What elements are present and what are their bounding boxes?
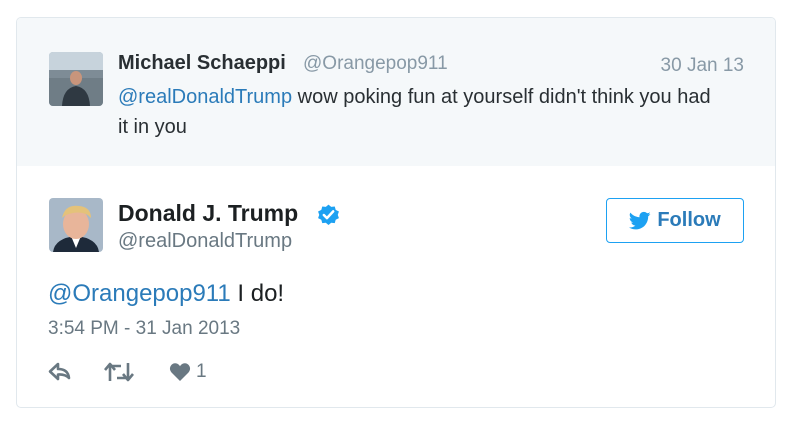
tweet-card: Michael Schaeppi @Orangepop911 30 Jan 13… [16,17,776,408]
heart-icon [169,363,191,381]
retweet-button[interactable] [104,360,134,384]
follow-button[interactable]: Follow [606,198,744,243]
verified-badge-icon [316,202,341,227]
twitter-bird-icon [629,211,651,229]
author-name[interactable]: Donald J. Trump [118,200,298,227]
author-handle[interactable]: @realDonaldTrump [118,230,292,253]
parent-date[interactable]: 30 Jan 13 [661,55,744,77]
parent-tweet[interactable]: Michael Schaeppi @Orangepop911 30 Jan 13… [17,18,775,166]
like-count: 1 [196,361,207,382]
tweet-text-body: I do! [230,280,285,307]
retweet-icon [104,362,134,382]
reply-button[interactable] [48,360,73,384]
parent-author-name[interactable]: Michael Schaeppi [118,52,286,75]
parent-avatar[interactable] [49,52,103,106]
like-button[interactable]: 1 [169,360,207,384]
reply-icon [48,362,71,381]
author-avatar[interactable] [49,198,103,252]
mention-link[interactable]: @Orangepop911 [48,280,231,307]
parent-mention-link[interactable]: @realDonaldTrump [118,86,292,108]
follow-label: Follow [657,209,721,231]
parent-tweet-text: @realDonaldTrump wow poking fun at yours… [118,82,718,142]
tweet-timestamp[interactable]: 3:54 PM - 31 Jan 2013 [48,318,240,340]
tweet-text: @Orangepop911 I do! [48,280,284,308]
parent-author-handle[interactable]: @Orangepop911 [303,53,448,75]
